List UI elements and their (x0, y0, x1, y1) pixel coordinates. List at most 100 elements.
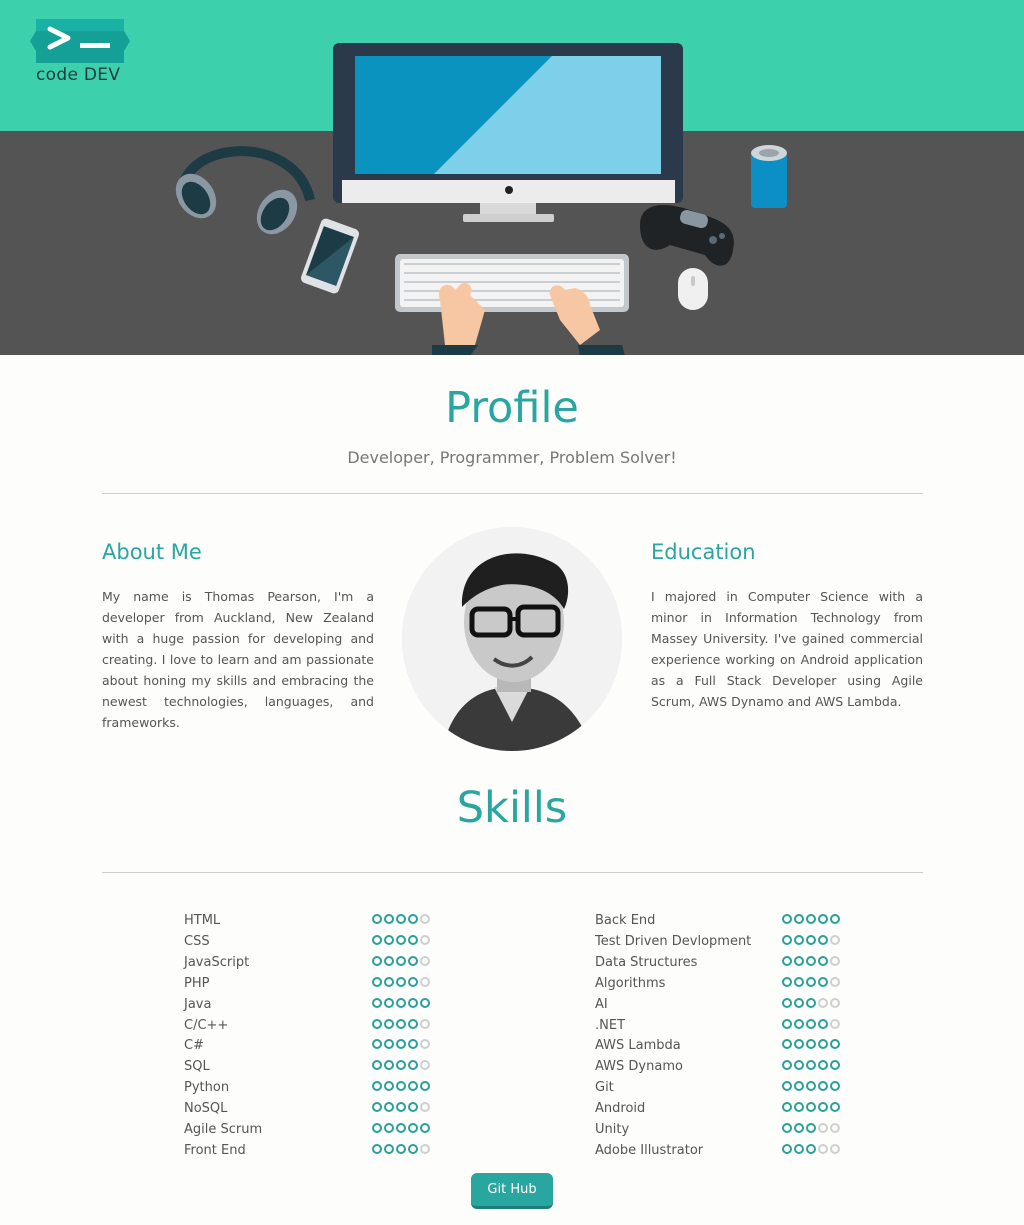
skill-row: Agile Scrum (184, 1119, 444, 1140)
star-filled-icon (794, 1143, 804, 1154)
skill-name: Android (595, 1101, 646, 1117)
skill-row: PHP (184, 973, 444, 994)
star-empty-icon (830, 976, 840, 987)
education-title: Education (651, 540, 756, 564)
skill-row: AWS Dynamo (595, 1056, 855, 1077)
star-filled-icon (384, 1018, 394, 1029)
about-title: About Me (102, 540, 202, 564)
star-filled-icon (782, 1039, 792, 1050)
profile-subtitle: Developer, Programmer, Problem Solver! (347, 448, 677, 467)
skill-row: Adobe Illustrator (595, 1140, 855, 1161)
skill-name: Test Driven Devlopment (595, 933, 752, 949)
skill-rating (782, 1081, 840, 1092)
skill-rating (372, 934, 430, 945)
star-filled-icon (396, 1060, 406, 1071)
star-filled-icon (818, 1060, 828, 1071)
star-filled-icon (420, 997, 430, 1008)
skill-name: Git (595, 1080, 614, 1096)
star-empty-icon (420, 1060, 430, 1071)
skill-row: JavaScript (184, 952, 444, 973)
star-filled-icon (794, 1018, 804, 1029)
skill-row: C# (184, 1035, 444, 1056)
skill-rating (372, 976, 430, 987)
skill-rating (782, 1123, 840, 1133)
skill-row: Test Driven Devlopment (595, 931, 855, 952)
star-filled-icon (384, 1102, 394, 1113)
skill-rating (782, 997, 840, 1008)
skill-rating (782, 955, 840, 966)
star-filled-icon (794, 1081, 804, 1092)
skill-row: C/C++ (184, 1015, 444, 1036)
star-filled-icon (818, 1081, 828, 1092)
skill-rating (782, 1102, 840, 1113)
star-empty-icon (420, 1039, 430, 1050)
star-filled-icon (806, 955, 816, 966)
skill-name: AI (595, 996, 608, 1012)
skill-row: CSS (184, 931, 444, 952)
hero-banner: code DEV (0, 0, 1024, 355)
skill-rating (782, 934, 840, 945)
star-filled-icon (782, 955, 792, 966)
skill-row: Unity (595, 1119, 855, 1140)
profile-photo (402, 527, 622, 751)
star-filled-icon (806, 1143, 816, 1154)
skill-name: C# (184, 1038, 204, 1054)
star-filled-icon (806, 1039, 816, 1050)
star-filled-icon (372, 934, 382, 945)
skill-row: NoSQL (184, 1098, 444, 1119)
star-filled-icon (384, 1123, 394, 1133)
star-filled-icon (396, 976, 406, 987)
skill-name: Java (184, 996, 212, 1012)
star-empty-icon (830, 1143, 840, 1154)
star-empty-icon (420, 934, 430, 945)
skill-row: Data Structures (595, 952, 855, 973)
skill-rating (372, 955, 430, 966)
github-button[interactable]: Git Hub (471, 1173, 553, 1209)
star-filled-icon (794, 1039, 804, 1050)
skill-rating (372, 1060, 430, 1071)
star-filled-icon (408, 1123, 418, 1133)
star-filled-icon (794, 1123, 804, 1133)
skill-row: AWS Lambda (595, 1035, 855, 1056)
skill-name: Front End (184, 1142, 246, 1158)
star-filled-icon (384, 1143, 394, 1154)
star-filled-icon (396, 1143, 406, 1154)
star-filled-icon (396, 914, 406, 924)
skills-title: Skills (456, 783, 568, 833)
mouse-icon (678, 268, 708, 310)
star-filled-icon (782, 976, 792, 987)
star-filled-icon (372, 1081, 382, 1092)
skill-name: AWS Dynamo (595, 1059, 683, 1075)
star-empty-icon (818, 997, 828, 1008)
star-empty-icon (420, 955, 430, 966)
star-filled-icon (384, 1081, 394, 1092)
skill-name: CSS (184, 933, 210, 949)
star-filled-icon (408, 1039, 418, 1050)
skill-name: SQL (184, 1059, 210, 1075)
star-filled-icon (408, 976, 418, 987)
star-filled-icon (806, 1018, 816, 1029)
skill-rating (372, 1081, 430, 1092)
star-filled-icon (384, 997, 394, 1008)
portrait-icon (402, 527, 622, 751)
profile-title: Profile (445, 383, 579, 433)
about-text: My name is Thomas Pearson, I'm a develop… (102, 589, 374, 730)
star-filled-icon (794, 1102, 804, 1113)
skill-rating (782, 1018, 840, 1029)
star-filled-icon (408, 955, 418, 966)
skill-name: Algorithms (595, 975, 666, 991)
skill-row: Git (595, 1077, 855, 1098)
star-filled-icon (830, 914, 840, 924)
skill-row: SQL (184, 1056, 444, 1077)
skill-rating (782, 976, 840, 987)
skill-rating (372, 914, 430, 924)
skill-name: Adobe Illustrator (595, 1142, 704, 1158)
star-filled-icon (408, 1018, 418, 1029)
star-filled-icon (408, 1143, 418, 1154)
star-filled-icon (806, 997, 816, 1008)
star-filled-icon (782, 1143, 792, 1154)
brand-logo[interactable]: code DEV (30, 17, 130, 89)
star-filled-icon (384, 1039, 394, 1050)
phone-icon (300, 218, 360, 294)
star-filled-icon (384, 914, 394, 924)
